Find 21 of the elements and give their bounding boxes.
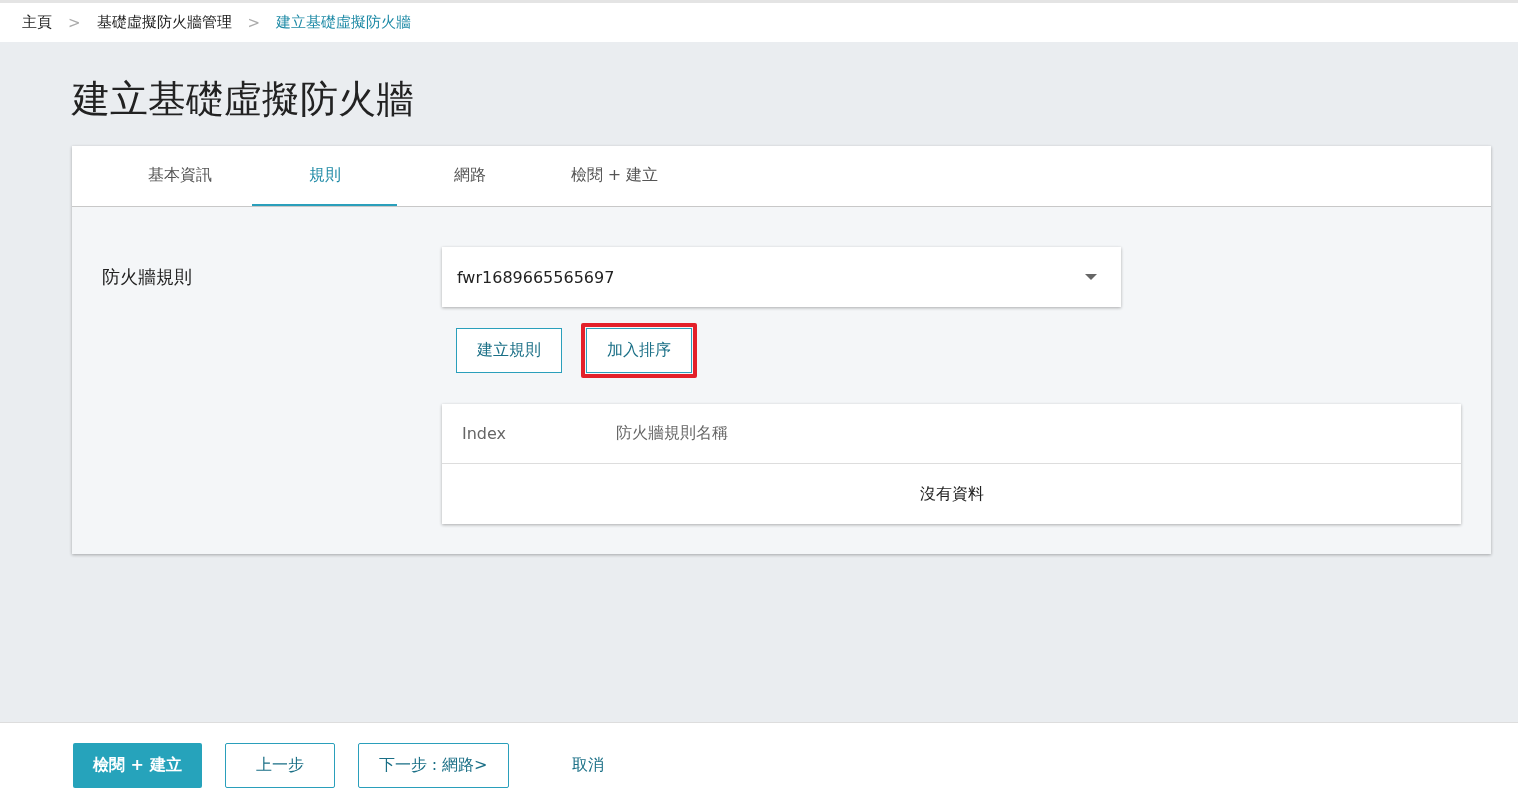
- breadcrumb-link[interactable]: 建立基礎虛擬防火牆: [276, 13, 412, 32]
- rule-dropdown[interactable]: fwr1689665565697: [442, 247, 1121, 307]
- footer-button[interactable]: 下一步 : 網路>: [357, 742, 509, 788]
- footer-button[interactable]: 上一步: [224, 742, 335, 788]
- breadcrumb-link[interactable]: 基礎虛擬防火牆管理: [96, 13, 232, 32]
- column-header: 防火牆規則名稱: [616, 423, 728, 444]
- breadcrumb-separator: >: [247, 13, 261, 32]
- tab[interactable]: 檢閱 + 建立: [542, 146, 687, 206]
- tab[interactable]: 規則: [252, 146, 397, 206]
- tab[interactable]: 網路: [397, 146, 542, 206]
- tab[interactable]: 基本資訊: [107, 146, 252, 206]
- empty-message: 沒有資料: [919, 483, 984, 505]
- action-button[interactable]: 加入排序: [586, 328, 692, 373]
- action-button[interactable]: 建立規則: [456, 328, 562, 373]
- caret-icon: [1085, 274, 1097, 280]
- breadcrumb-link[interactable]: 主頁: [22, 13, 52, 32]
- field-label: 防火牆規則: [102, 265, 193, 289]
- page-title: 建立基礎虛擬防火牆: [72, 76, 415, 123]
- breadcrumb-separator: >: [68, 13, 81, 32]
- column-header: Index: [462, 424, 508, 443]
- footer-button[interactable]: 取消: [551, 742, 624, 788]
